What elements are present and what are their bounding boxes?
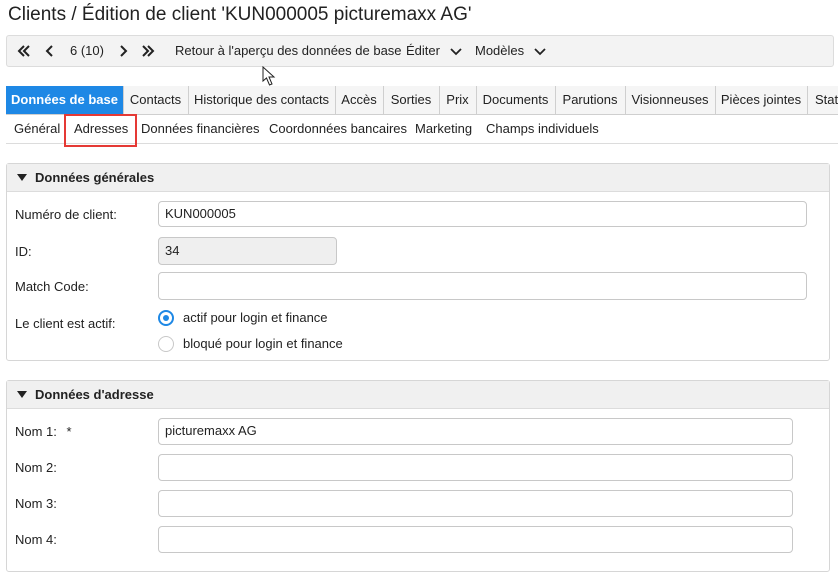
record-toolbar: 6 (10) Retour à l'aperçu des données de … xyxy=(6,35,834,67)
general-data-heading: Données générales xyxy=(35,170,155,185)
radio-blocked-label: bloqué pour login et finance xyxy=(183,336,343,351)
tab-parutions[interactable]: Parutions xyxy=(555,86,626,114)
name3-label: Nom 3: xyxy=(15,496,57,511)
models-menu-label: Modèles xyxy=(475,43,525,58)
match-code-label: Match Code: xyxy=(15,279,89,294)
page-title: Clients / Édition de client 'KUN000005 p… xyxy=(8,4,472,25)
chevron-down-icon xyxy=(449,47,462,55)
name1-field[interactable]: picturemaxx AG xyxy=(158,418,793,445)
name1-label: Nom 1: * xyxy=(15,424,72,439)
record-position: 6 (10) xyxy=(70,43,104,58)
radio-active[interactable] xyxy=(158,310,174,326)
subtab-champs-individuels[interactable]: Champs individuels xyxy=(486,115,599,143)
tab-sorties[interactable]: Sorties xyxy=(383,86,440,114)
name4-label: Nom 4: xyxy=(15,532,57,547)
client-active-label: Le client est actif: xyxy=(15,316,116,331)
name2-field[interactable] xyxy=(158,454,793,481)
general-data-header[interactable]: Données générales xyxy=(7,164,829,192)
collapse-triangle-icon xyxy=(17,391,27,398)
main-tabs: Données de base Contacts Historique des … xyxy=(6,86,838,115)
double-chevron-right-icon[interactable] xyxy=(141,44,155,58)
subtab-donnees-financieres[interactable]: Données financières xyxy=(141,115,260,143)
subtab-marketing[interactable]: Marketing xyxy=(415,115,472,143)
tab-stat[interactable]: Stat xyxy=(807,86,838,114)
chevron-right-icon[interactable] xyxy=(118,44,128,58)
tab-pieces-jointes[interactable]: Pièces jointes xyxy=(715,86,808,114)
models-menu[interactable]: Modèles xyxy=(475,36,546,66)
required-mark: * xyxy=(66,424,72,439)
tab-acces[interactable]: Accès xyxy=(335,86,384,114)
tab-visionneuses[interactable]: Visionneuses xyxy=(625,86,716,114)
tab-donnees-de-base[interactable]: Données de base xyxy=(6,86,124,114)
chevron-left-icon[interactable] xyxy=(45,44,55,58)
tab-historique-des-contacts[interactable]: Historique des contacts xyxy=(188,86,336,114)
general-data-panel: Données générales Numéro de client: KUN0… xyxy=(6,163,830,361)
name3-field[interactable] xyxy=(158,490,793,517)
double-chevron-left-icon[interactable] xyxy=(17,44,31,58)
subtab-general[interactable]: Général xyxy=(14,115,60,143)
id-field: 34 xyxy=(158,237,337,265)
client-number-field[interactable]: KUN000005 xyxy=(158,201,807,227)
tab-documents[interactable]: Documents xyxy=(476,86,556,114)
radio-blocked[interactable] xyxy=(158,336,174,352)
name4-field[interactable] xyxy=(158,526,793,553)
chevron-down-icon xyxy=(534,47,546,55)
radio-active-label: actif pour login et finance xyxy=(183,310,328,325)
collapse-triangle-icon xyxy=(17,174,27,181)
name1-label-text: Nom 1: xyxy=(15,424,57,439)
edit-menu[interactable]: Éditer xyxy=(406,36,462,66)
client-number-label: Numéro de client: xyxy=(15,207,117,222)
address-data-header[interactable]: Données d'adresse xyxy=(7,381,829,409)
address-data-heading: Données d'adresse xyxy=(35,387,154,402)
match-code-field[interactable] xyxy=(158,272,807,300)
name2-label: Nom 2: xyxy=(15,460,57,475)
adresses-highlight-box xyxy=(64,114,137,147)
edit-menu-label: Éditer xyxy=(406,43,440,58)
tab-contacts[interactable]: Contacts xyxy=(123,86,189,114)
subtab-coordonnees-bancaires[interactable]: Coordonnées bancaires xyxy=(269,115,407,143)
address-data-panel: Données d'adresse Nom 1: * picturemaxx A… xyxy=(6,380,830,572)
tab-prix[interactable]: Prix xyxy=(439,86,477,114)
id-label: ID: xyxy=(15,244,32,259)
back-to-overview-link[interactable]: Retour à l'aperçu des données de base xyxy=(175,36,402,66)
